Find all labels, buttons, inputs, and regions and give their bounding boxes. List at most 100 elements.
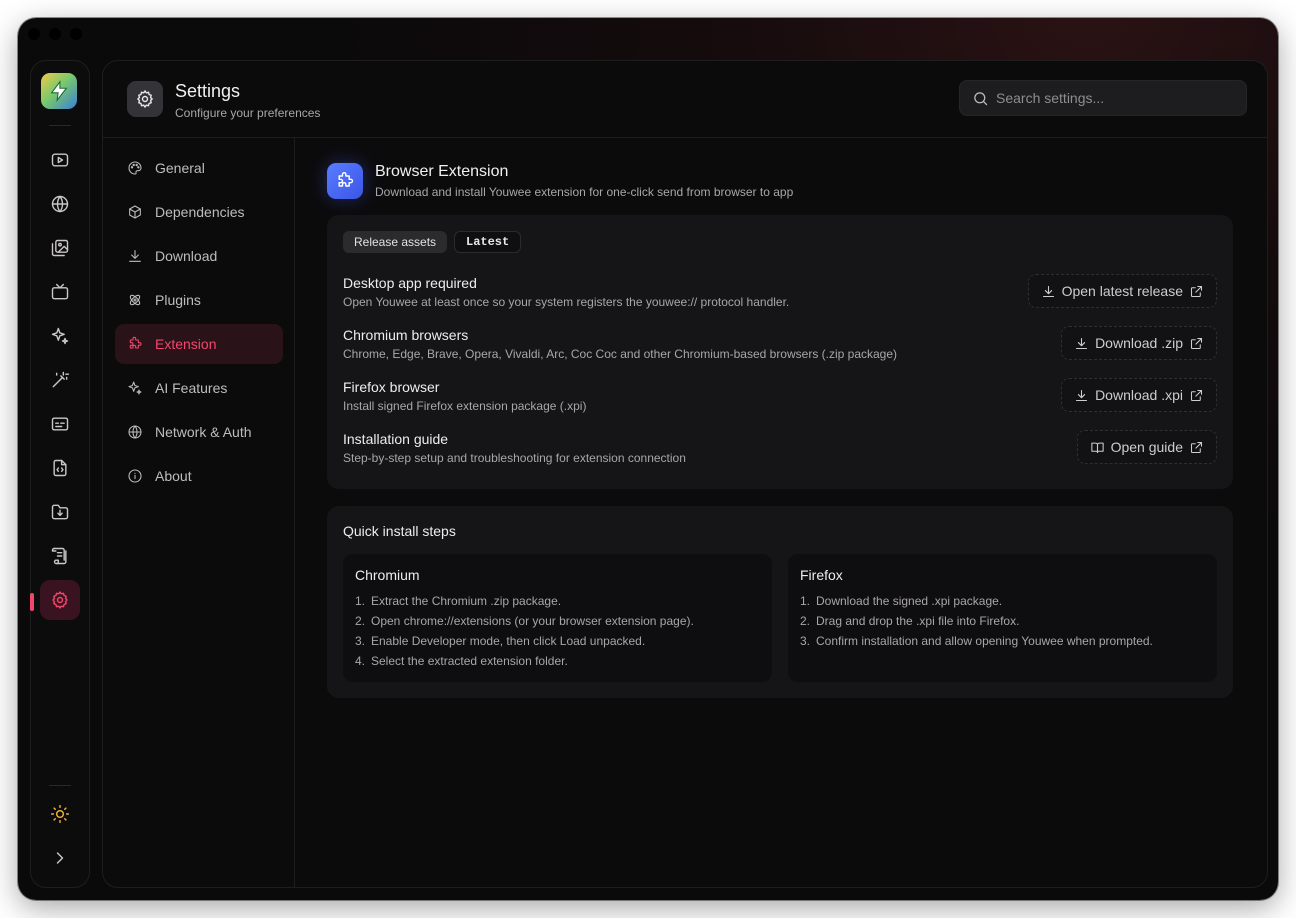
open-latest-release-button[interactable]: Open latest release <box>1027 274 1217 308</box>
latest-badge: Latest <box>454 231 522 253</box>
asset-row-desktop: Desktop app required Open Youwee at leas… <box>343 274 1217 315</box>
atom-icon <box>129 294 141 306</box>
download-icon <box>1042 285 1054 297</box>
tv-icon[interactable] <box>40 272 80 312</box>
icon-rail <box>30 60 90 888</box>
download-xpi-button[interactable]: Download .xpi <box>1061 378 1217 412</box>
page-title: Settings <box>175 81 241 101</box>
search-icon <box>974 92 988 106</box>
settings-panel: Settings Configure your preferences Gene… <box>102 60 1268 888</box>
settings-header: Settings Configure your preferences <box>103 61 1267 138</box>
button-label: Download .zip <box>1095 335 1183 351</box>
maximize-window-button[interactable] <box>70 28 82 40</box>
steps-title: Firefox <box>800 567 843 583</box>
settings-nav: General Dependencies Download Plugins Ex… <box>103 138 295 887</box>
sun-icon[interactable] <box>40 794 80 834</box>
list-item: 1. Download the signed .xpi package. <box>800 594 1003 608</box>
rail-divider <box>49 785 71 786</box>
nav-label: Network & Auth <box>155 424 252 440</box>
nav-label: General <box>155 160 205 176</box>
nav-label: Download <box>155 248 218 264</box>
nav-item-about[interactable]: About <box>115 456 283 496</box>
button-label: Open guide <box>1110 439 1183 455</box>
magic-wand-icon[interactable] <box>40 360 80 400</box>
release-assets-badge: Release assets <box>343 231 448 253</box>
chevron-right-icon[interactable] <box>40 838 80 878</box>
nav-label: AI Features <box>155 380 228 396</box>
extension-settings: Browser Extension Download and install Y… <box>327 161 1233 698</box>
asset-row-chromium: Chromium browsers Chrome, Edge, Brave, O… <box>343 326 1217 367</box>
info-icon <box>128 469 142 483</box>
nav-label: Dependencies <box>155 204 245 220</box>
nav-item-download[interactable]: Download <box>115 236 283 276</box>
images-icon[interactable] <box>40 228 80 268</box>
download-icon <box>129 250 141 262</box>
search-input[interactable] <box>996 81 1236 115</box>
rail-divider <box>49 125 71 126</box>
list-item: 2. Drag and drop the .xpi file into Firef… <box>800 614 1020 628</box>
app-window: Settings Configure your preferences Gene… <box>18 18 1278 900</box>
list-item: 4. Select the extracted extension folder. <box>355 654 568 668</box>
active-indicator <box>30 593 34 611</box>
quick-install-card: Quick install steps Chromium 1. Extract t… <box>327 506 1233 698</box>
nav-item-dependencies[interactable]: Dependencies <box>115 192 283 232</box>
nav-item-network-auth[interactable]: Network & Auth <box>115 412 283 452</box>
external-link-icon <box>1190 441 1203 453</box>
minimize-window-button[interactable] <box>49 28 61 40</box>
video-icon[interactable] <box>40 140 80 180</box>
steps-list: 1. Download the signed .xpi package. 2. Dr… <box>800 594 1153 654</box>
external-link-icon <box>1190 389 1203 401</box>
close-window-button[interactable] <box>28 28 40 40</box>
nav-item-ai-features[interactable]: AI Features <box>115 368 283 408</box>
asset-row-firefox: Firefox browser Install signed Firefox e… <box>343 378 1217 419</box>
globe-icon[interactable] <box>40 184 80 224</box>
puzzle-icon <box>129 336 142 349</box>
subtitles-icon[interactable] <box>40 404 80 444</box>
search-box[interactable] <box>959 80 1247 116</box>
open-guide-button[interactable]: Open guide <box>1076 430 1217 464</box>
chromium-steps: Chromium 1. Extract the Chromium .zip pac… <box>343 554 772 682</box>
nav-label: About <box>155 468 192 484</box>
section-header: Browser Extension Download and install Y… <box>327 161 1233 201</box>
asset-title: Firefox browser <box>343 379 440 395</box>
list-item: 2. Open chrome://extensions (or your brow… <box>355 614 694 628</box>
window-controls <box>28 28 82 40</box>
palette-icon <box>128 161 142 175</box>
folder-download-icon[interactable] <box>40 492 80 532</box>
globe-icon <box>128 425 142 439</box>
list-item: 3. Enable Developer mode, then click Load… <box>355 634 646 648</box>
quick-install-title: Quick install steps <box>343 523 456 539</box>
asset-description: Open Youwee at least once so your system… <box>343 295 790 309</box>
asset-row-guide: Installation guide Step-by-step setup an… <box>343 430 1217 471</box>
firefox-steps: Firefox 1. Download the signed .xpi packa… <box>788 554 1217 682</box>
download-icon <box>1076 337 1088 349</box>
gear-icon[interactable] <box>40 580 80 620</box>
asset-description: Chrome, Edge, Brave, Opera, Vivaldi, Arc… <box>343 347 898 361</box>
nav-item-extension[interactable]: Extension <box>115 324 283 364</box>
section-subtitle: Download and install Youwee extension fo… <box>375 185 794 199</box>
nav-item-plugins[interactable]: Plugins <box>115 280 283 320</box>
app-logo[interactable] <box>41 73 77 109</box>
section-title: Browser Extension <box>375 163 509 180</box>
package-icon <box>129 205 141 219</box>
asset-title: Desktop app required <box>343 275 477 291</box>
list-item: 1. Extract the Chromium .zip package. <box>355 594 562 608</box>
book-open-icon <box>1090 442 1104 453</box>
asset-title: Installation guide <box>343 431 449 447</box>
asset-description: Install signed Firefox extension package… <box>343 399 587 413</box>
download-zip-button[interactable]: Download .zip <box>1061 326 1217 360</box>
nav-label: Plugins <box>155 292 201 308</box>
gear-icon <box>127 81 163 117</box>
sparkles-icon[interactable] <box>40 316 80 356</box>
steps-title: Chromium <box>355 567 420 583</box>
scroll-icon[interactable] <box>40 536 80 576</box>
release-assets-card: Release assets Latest Desktop app requir… <box>327 215 1233 489</box>
puzzle-icon <box>327 163 363 199</box>
nav-item-general[interactable]: General <box>115 148 283 188</box>
steps-list: 1. Extract the Chromium .zip package. 2. O… <box>355 594 694 674</box>
list-item: 3. Confirm installation and allow opening… <box>800 634 1153 648</box>
file-code-icon[interactable] <box>40 448 80 488</box>
button-label: Open latest release <box>1061 283 1183 299</box>
page-subtitle: Configure your preferences <box>175 106 321 120</box>
sparkles-icon <box>128 381 142 395</box>
